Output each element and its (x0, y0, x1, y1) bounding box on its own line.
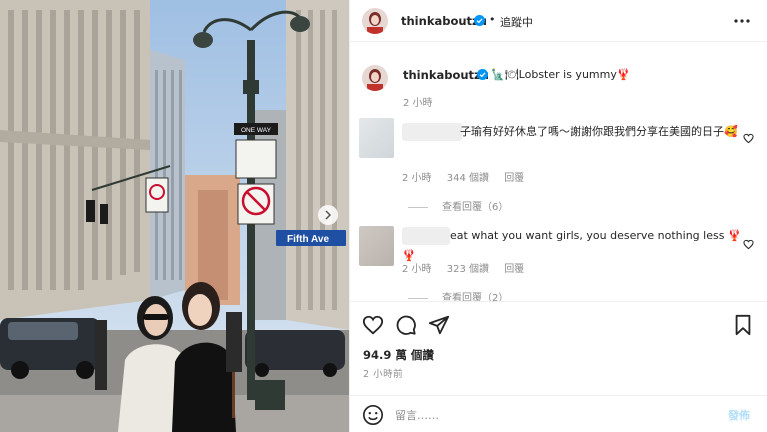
view-replies-label: 查看回覆（2） (442, 293, 509, 301)
post-header: thinkaboutzu • 追蹤中 (350, 0, 767, 42)
post-details-panel: thinkaboutzu • 追蹤中 thinkaboutzu 🗽🍽Lobste… (349, 0, 767, 432)
following-button[interactable]: 追蹤中 (500, 14, 533, 30)
caption-emoji: 🗽🍽 (491, 68, 519, 81)
comment-likes[interactable]: 323 個讚 (447, 264, 489, 275)
view-replies-label: 查看回覆（6） (442, 202, 509, 213)
caption-body: Lobster is yummy🦞 (518, 68, 631, 81)
comment-meta: 2 小時 344 個讚 回覆 (402, 169, 536, 184)
heart-icon[interactable] (362, 314, 384, 336)
post-comment-button[interactable]: 發佈 (728, 407, 750, 423)
view-replies-button[interactable]: 查看回覆（6） (408, 198, 508, 213)
comment-composer: 發佈 (350, 395, 767, 432)
reply-button[interactable]: 回覆 (504, 264, 524, 275)
author-avatar[interactable] (362, 8, 388, 34)
reply-button[interactable]: 回覆 (504, 173, 524, 184)
comment-like-heart-icon[interactable] (743, 133, 754, 144)
action-bar: 94.9 萬 個讚 2 小時前 (350, 301, 767, 391)
fifth-ave-street-sign: Fifth Ave (287, 234, 329, 245)
share-paper-plane-icon[interactable] (428, 314, 450, 336)
chevron-right-icon (325, 210, 332, 220)
carousel-next-button[interactable] (318, 205, 338, 225)
comment-avatar[interactable] (359, 226, 394, 266)
divider-line (408, 206, 428, 208)
comment-input[interactable] (395, 405, 715, 425)
comment-text: 子瑜有好好休息了嗎～謝謝你跟我們分享在美國的日子🥰 (460, 125, 738, 138)
view-replies-button[interactable]: 查看回覆（2） (408, 289, 508, 301)
header-dot-separator: • (489, 13, 496, 26)
caption-author-avatar[interactable] (362, 65, 388, 91)
comment-time: 2 小時 (402, 264, 432, 275)
bookmark-icon[interactable] (732, 314, 754, 336)
emoji-smiley-icon[interactable] (362, 404, 384, 426)
more-options-icon (734, 19, 750, 23)
post-photo[interactable]: ONE WAY Fifth Ave (0, 0, 349, 432)
more-options-button[interactable] (732, 11, 752, 31)
verified-badge-icon (474, 15, 485, 26)
caption-timestamp: 2 小時 (403, 98, 433, 109)
comment-meta: 2 小時 323 個讚 回覆 (402, 260, 536, 275)
comment-bubble-icon[interactable] (395, 314, 417, 336)
comment-like-heart-icon[interactable] (743, 239, 754, 250)
comments-feed[interactable]: thinkaboutzu 🗽🍽Lobster is yummy🦞 2 小時 子瑜… (350, 43, 767, 301)
caption-text: 🗽🍽Lobster is yummy🦞 (491, 68, 631, 81)
comment-time: 2 小時 (402, 173, 432, 184)
post-timestamp: 2 小時前 (363, 369, 404, 380)
one-way-sign-text: ONE WAY (241, 127, 272, 134)
divider-line (408, 297, 428, 299)
comment-likes[interactable]: 344 個讚 (447, 173, 489, 184)
verified-badge-icon (477, 69, 488, 80)
likes-count[interactable]: 94.9 萬 個讚 (363, 347, 434, 363)
street-scene-image: ONE WAY Fifth Ave (0, 0, 349, 432)
comment-avatar[interactable] (359, 118, 394, 158)
